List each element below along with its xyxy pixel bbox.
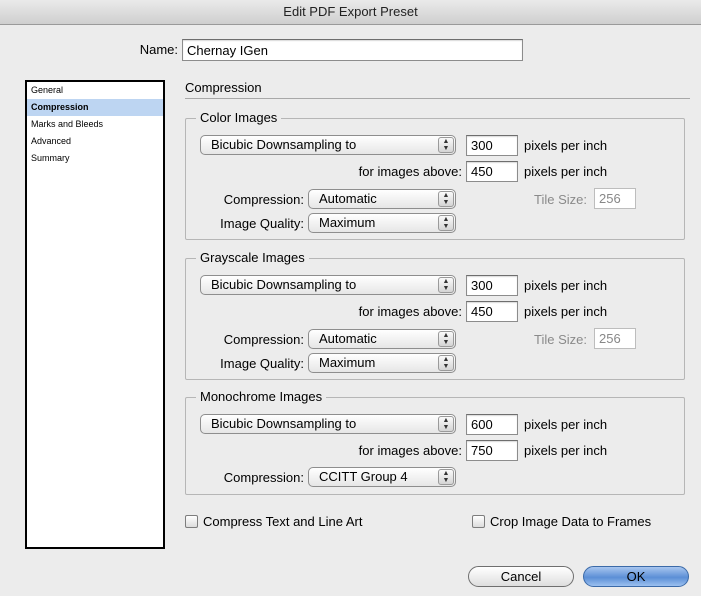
monochrome-compression-select[interactable]: CCITT Group 4 ▲ ▼ <box>308 467 456 487</box>
color-downsample-value: Bicubic Downsampling to <box>211 137 357 152</box>
color-tile-size-field: 256 <box>594 188 636 209</box>
popup-arrows-icon: ▲ ▼ <box>438 277 454 293</box>
compress-text-label: Compress Text and Line Art <box>203 514 363 529</box>
grayscale-quality-select[interactable]: Maximum ▲ ▼ <box>308 353 456 373</box>
sidebar-item-compression[interactable]: Compression <box>27 99 163 116</box>
monochrome-ppi-unit: pixels per inch <box>524 417 608 432</box>
monochrome-downsample-value: Bicubic Downsampling to <box>211 416 357 431</box>
category-list[interactable]: General Compression Marks and Bleeds Adv… <box>25 80 165 549</box>
grayscale-downsample-value: Bicubic Downsampling to <box>211 277 357 292</box>
color-downsample-select[interactable]: Bicubic Downsampling to ▲ ▼ <box>200 135 456 155</box>
grayscale-quality-label: Image Quality: <box>220 356 304 371</box>
compress-text-checkbox[interactable] <box>185 515 198 528</box>
color-above-label: for images above: <box>358 164 462 179</box>
sidebar-item-summary[interactable]: Summary <box>27 150 163 167</box>
crop-image-label: Crop Image Data to Frames <box>490 514 652 529</box>
popup-arrows-icon: ▲ ▼ <box>438 469 454 485</box>
color-above-unit: pixels per inch <box>524 164 608 179</box>
monochrome-downsample-select[interactable]: Bicubic Downsampling to ▲ ▼ <box>200 414 456 434</box>
grayscale-compression-value: Automatic <box>319 331 377 346</box>
grayscale-ppi-unit: pixels per inch <box>524 278 608 293</box>
monochrome-images-title: Monochrome Images <box>196 389 327 405</box>
color-compression-select[interactable]: Automatic ▲ ▼ <box>308 189 456 209</box>
popup-arrows-icon: ▲ ▼ <box>438 215 454 231</box>
sidebar-item-advanced[interactable]: Advanced <box>27 133 163 150</box>
grayscale-compression-label: Compression: <box>223 332 304 347</box>
monochrome-above-field[interactable]: 750 <box>466 440 518 461</box>
name-label: Name: <box>139 42 178 57</box>
color-ppi-unit: pixels per inch <box>524 138 608 153</box>
popup-arrows-icon: ▲ ▼ <box>438 137 454 153</box>
monochrome-compression-value: CCITT Group 4 <box>319 469 408 484</box>
window-title: Edit PDF Export Preset <box>0 0 701 25</box>
popup-arrows-icon: ▲ ▼ <box>438 191 454 207</box>
ok-button[interactable]: OK <box>583 566 689 587</box>
color-compression-value: Automatic <box>319 191 377 206</box>
monochrome-ppi-field[interactable]: 600 <box>466 414 518 435</box>
grayscale-images-title: Grayscale Images <box>196 250 309 266</box>
panel-title: Compression <box>185 80 690 99</box>
color-compression-label: Compression: <box>223 192 304 207</box>
popup-arrows-icon: ▲ ▼ <box>438 416 454 432</box>
monochrome-compression-label: Compression: <box>223 470 304 485</box>
color-quality-value: Maximum <box>319 215 376 230</box>
grayscale-ppi-field[interactable]: 300 <box>466 275 518 296</box>
grayscale-above-label: for images above: <box>358 304 462 319</box>
monochrome-above-unit: pixels per inch <box>524 443 608 458</box>
grayscale-downsample-select[interactable]: Bicubic Downsampling to ▲ ▼ <box>200 275 456 295</box>
grayscale-tile-size-label: Tile Size: <box>534 332 587 347</box>
cancel-button[interactable]: Cancel <box>468 566 574 587</box>
popup-arrows-icon: ▲ ▼ <box>438 355 454 371</box>
sidebar-item-marks-and-bleeds[interactable]: Marks and Bleeds <box>27 116 163 133</box>
color-images-title: Color Images <box>196 110 282 126</box>
popup-arrows-icon: ▲ ▼ <box>438 331 454 347</box>
color-quality-label: Image Quality: <box>220 216 304 231</box>
color-above-field[interactable]: 450 <box>466 161 518 182</box>
color-tile-size-label: Tile Size: <box>534 192 587 207</box>
monochrome-above-label: for images above: <box>358 443 462 458</box>
grayscale-above-field[interactable]: 450 <box>466 301 518 322</box>
grayscale-tile-size-field: 256 <box>594 328 636 349</box>
name-field[interactable]: Chernay IGen <box>182 39 523 61</box>
color-quality-select[interactable]: Maximum ▲ ▼ <box>308 213 456 233</box>
color-ppi-field[interactable]: 300 <box>466 135 518 156</box>
grayscale-quality-value: Maximum <box>319 355 376 370</box>
grayscale-above-unit: pixels per inch <box>524 304 608 319</box>
grayscale-compression-select[interactable]: Automatic ▲ ▼ <box>308 329 456 349</box>
sidebar-item-general[interactable]: General <box>27 82 163 99</box>
crop-image-checkbox[interactable] <box>472 515 485 528</box>
